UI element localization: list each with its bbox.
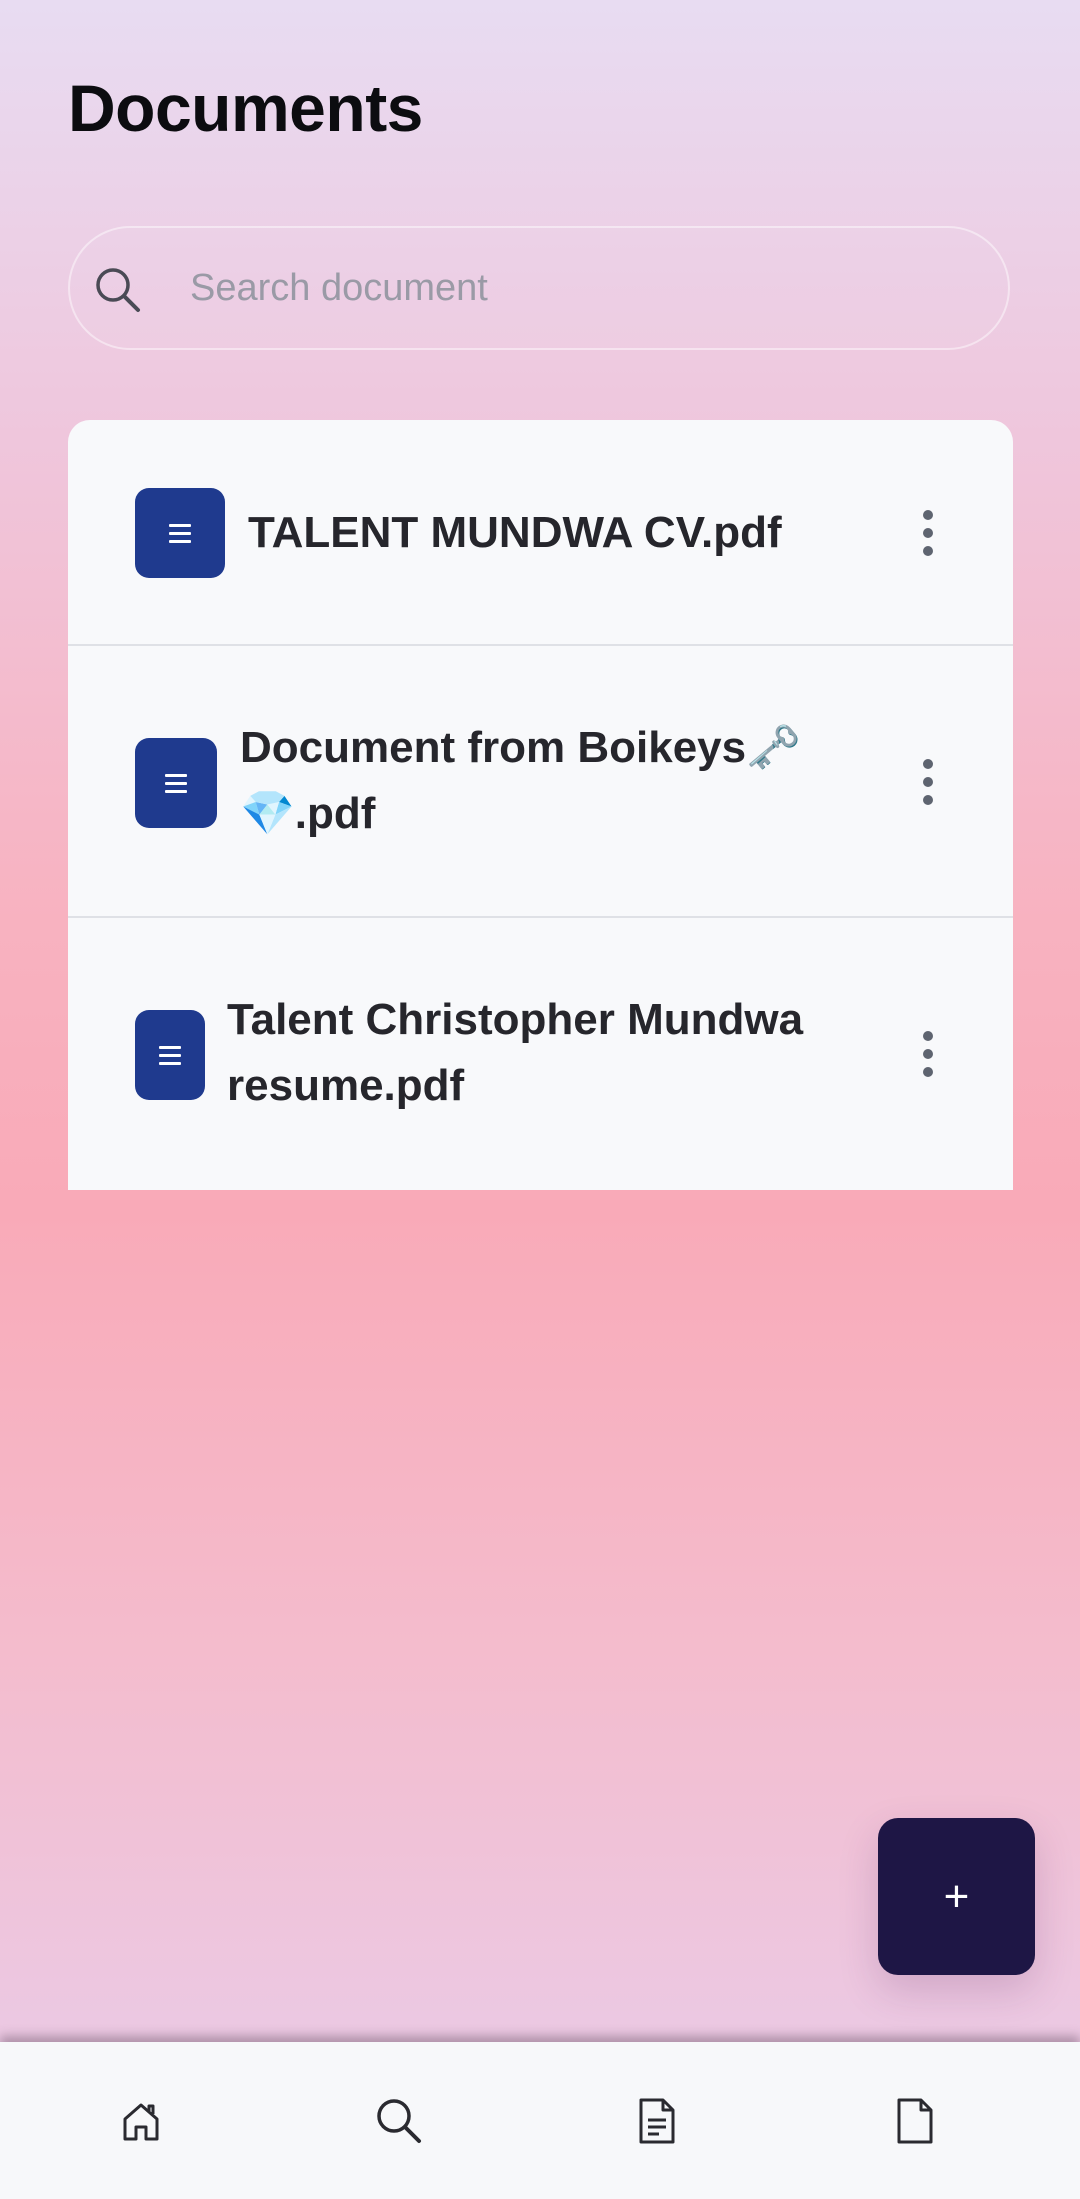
page-title: Documents	[68, 71, 423, 145]
search-input[interactable]	[190, 228, 970, 348]
file-icon	[897, 2098, 933, 2144]
document-name: TALENT MUNDWA CV.pdf	[248, 508, 782, 557]
document-name: Talent Christopher Mundwa resume.pdf	[227, 995, 804, 1110]
file-icon	[135, 1010, 205, 1100]
more-options-button[interactable]	[898, 493, 958, 573]
document-row[interactable]: TALENT MUNDWA CV.pdf	[68, 420, 1013, 646]
search-bar[interactable]	[68, 226, 1010, 350]
nav-files[interactable]	[880, 2086, 950, 2156]
document-row[interactable]: Document from Boikeys🗝️💎.pdf	[68, 646, 1013, 918]
file-icon	[135, 738, 217, 828]
document-row[interactable]: Talent Christopher Mundwa resume.pdf	[68, 918, 1013, 1190]
file-icon	[135, 488, 225, 578]
search-icon	[377, 2099, 421, 2143]
nav-documents[interactable]	[622, 2086, 692, 2156]
more-options-button[interactable]	[898, 742, 958, 822]
document-text-icon	[639, 2098, 675, 2144]
nav-home[interactable]	[106, 2086, 176, 2156]
bottom-navigation	[0, 2042, 1080, 2199]
nav-search[interactable]	[364, 2086, 434, 2156]
document-list: TALENT MUNDWA CV.pdf Document from Boike…	[68, 420, 1013, 1190]
more-options-button[interactable]	[898, 1014, 958, 1094]
add-document-button[interactable]: +	[878, 1818, 1035, 1975]
document-name: Document from Boikeys🗝️💎.pdf	[240, 723, 801, 838]
home-icon	[123, 2103, 159, 2141]
search-icon	[96, 268, 140, 312]
